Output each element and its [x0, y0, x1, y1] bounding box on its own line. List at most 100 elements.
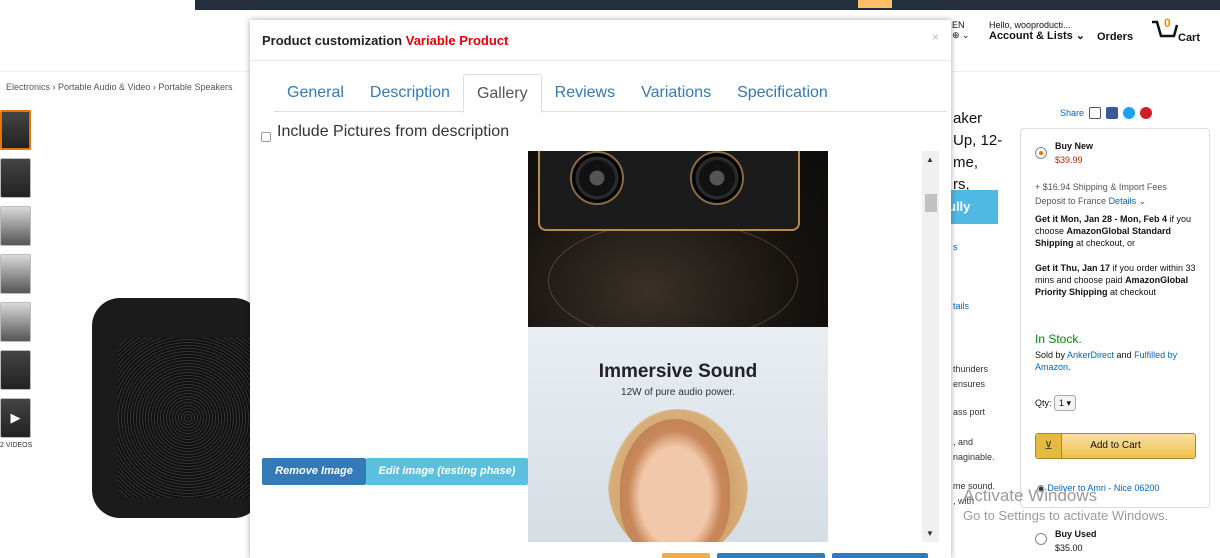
speaker-driver — [570, 151, 624, 205]
period-text: . — [1068, 362, 1071, 372]
include-pictures-checkbox[interactable] — [261, 132, 271, 142]
buy-new-radio[interactable] — [1035, 147, 1047, 159]
bullet-text: ass port — [953, 407, 986, 417]
search-button[interactable] — [858, 0, 892, 8]
bullet-text: naginable. — [953, 452, 995, 462]
sold-by: Sold by AnkerDirect and Fulfilled by Ama… — [1035, 349, 1200, 373]
bullet-text: ensures — [953, 379, 986, 389]
tab-variations[interactable]: Variations — [628, 74, 724, 112]
scroll-down-icon[interactable]: ▼ — [926, 529, 934, 538]
delivery-standard: Get it Mon, Jan 28 - Mon, Feb 4 if you c… — [1035, 213, 1200, 249]
email-icon[interactable] — [1089, 107, 1102, 119]
title-line: me, — [953, 154, 979, 171]
edit-image-button[interactable]: Edit image (testing phase) — [366, 458, 528, 485]
thumbnail[interactable] — [0, 206, 31, 246]
price-new: $39.99 — [1055, 155, 1083, 165]
bullet-text: , and — [953, 437, 974, 447]
bullet-text: thunders — [953, 364, 989, 374]
fully-button[interactable]: ully — [948, 190, 998, 224]
videos-label: 2 VIDEOS — [0, 442, 33, 449]
speaker-driver — [690, 151, 744, 205]
cart-count: 0 — [1164, 16, 1171, 30]
and-text: and — [1114, 350, 1135, 360]
footer-button[interactable] — [717, 553, 825, 558]
details-link[interactable]: Details ⌄ — [1109, 196, 1147, 206]
pinterest-icon[interactable] — [1140, 107, 1153, 119]
tab-specification[interactable]: Specification — [724, 74, 841, 112]
cart-label: Cart — [1178, 32, 1201, 44]
tab-general[interactable]: General — [274, 74, 357, 112]
play-icon: ▶ — [10, 410, 21, 425]
add-to-cart-label: Add to Cart — [1090, 440, 1141, 451]
modal-title-prefix: Product customization — [262, 33, 406, 48]
cart-icon: ⊻ — [1036, 434, 1062, 458]
qty-value: 1 — [1059, 398, 1065, 408]
tab-gallery[interactable]: Gallery — [462, 74, 542, 113]
account-menu[interactable]: Hello, wooproducti... Account & Lists ⌄ — [989, 20, 1085, 42]
tab-description[interactable]: Description — [357, 74, 463, 112]
price-used: $35.00 — [1055, 543, 1083, 553]
facebook-icon[interactable] — [1106, 107, 1119, 119]
shipping-fees: + $16.94 Shipping & Import Fees — [1035, 182, 1167, 192]
buy-used-radio[interactable] — [1035, 533, 1047, 545]
gallery-image-speaker[interactable] — [528, 151, 828, 327]
cart-button[interactable]: 0 Cart — [1150, 16, 1200, 45]
seller-link[interactable]: AnkerDirect — [1067, 350, 1114, 360]
footer-button[interactable] — [662, 553, 710, 558]
speaker-body — [538, 151, 800, 231]
sold-by-label: Sold by — [1035, 350, 1068, 360]
delivery-priority: Get it Thu, Jan 17 if you order within 3… — [1035, 262, 1200, 298]
main-product-image[interactable] — [92, 298, 262, 518]
add-to-cart-button[interactable]: ⊻ Add to Cart — [1035, 433, 1196, 459]
qty-select[interactable]: 1 ▾ — [1054, 395, 1077, 411]
nav-bar — [195, 0, 1220, 10]
orders-link[interactable]: Orders — [1097, 31, 1133, 43]
product-customization-modal: Product customization Variable Product ×… — [250, 20, 951, 558]
gallery-image-immersive[interactable]: Immersive Sound 12W of pure audio power. — [528, 327, 828, 542]
include-pictures-option: Include Pictures from description — [261, 122, 509, 142]
scrollbar-thumb[interactable] — [925, 194, 937, 212]
side-link[interactable]: s — [953, 242, 958, 252]
sound-wave — [548, 221, 798, 327]
thumbnail[interactable] — [0, 110, 31, 150]
title-line: Up, 12- — [953, 132, 1003, 149]
product-title: aker Up, 12- me, rs, — [953, 108, 1002, 196]
deposit-label: Deposit to France — [1035, 196, 1107, 206]
twitter-icon[interactable] — [1123, 107, 1136, 119]
remove-image-button[interactable]: Remove Image — [262, 458, 366, 485]
windows-activation-watermark: Activate Windows Go to Settings to activ… — [963, 486, 1168, 523]
language-label: EN — [952, 20, 965, 30]
deposit-text: Deposit to France Details ⌄ — [1035, 195, 1146, 207]
details-link[interactable]: tails — [953, 301, 969, 311]
tab-reviews[interactable]: Reviews — [542, 74, 628, 112]
thumbnail[interactable] — [0, 302, 31, 342]
gallery-scroll-area[interactable]: Immersive Sound 12W of pure audio power.… — [250, 151, 940, 542]
qty-label: Qty: — [1035, 398, 1052, 408]
thumbnail[interactable] — [0, 254, 31, 294]
include-pictures-label: Include Pictures from description — [277, 123, 510, 140]
vertical-scrollbar[interactable]: ▲ ▼ — [922, 151, 939, 542]
title-line: aker — [953, 110, 983, 127]
watermark-line1: Activate Windows — [963, 486, 1098, 505]
close-icon[interactable]: × — [932, 30, 939, 44]
account-lists-label: Account & Lists ⌄ — [989, 30, 1086, 42]
breadcrumb[interactable]: Electronics › Portable Audio & Video › P… — [6, 82, 232, 92]
video-thumbnail[interactable]: ▶ — [0, 398, 31, 438]
delivery-date: Get it Thu, Jan 17 — [1035, 263, 1111, 273]
footer-button[interactable] — [832, 553, 928, 558]
watermark-line2: Go to Settings to activate Windows. — [963, 508, 1169, 523]
thumbnail[interactable] — [0, 158, 31, 198]
thumbnail-strip: ▶ 2 VIDEOS — [0, 110, 34, 449]
stock-status: In Stock. — [1035, 332, 1082, 346]
globe-icon: ⊕ ⌄ — [952, 30, 970, 40]
buy-used-label: Buy Used — [1055, 529, 1097, 539]
scroll-up-icon[interactable]: ▲ — [926, 155, 934, 164]
delivery-text: at checkout — [1107, 287, 1157, 297]
quantity-row: Qty: 1 ▾ — [1035, 395, 1077, 411]
modal-title: Product customization Variable Product — [250, 20, 951, 61]
thumbnail[interactable] — [0, 350, 31, 390]
share-bar: Share — [1060, 107, 1153, 119]
language-selector[interactable]: EN ⊕ ⌄ — [952, 20, 970, 40]
tab-bar: General Description Gallery Reviews Vari… — [274, 74, 947, 113]
delivery-date: Get it Mon, Jan 28 - Mon, Feb 4 — [1035, 214, 1168, 224]
